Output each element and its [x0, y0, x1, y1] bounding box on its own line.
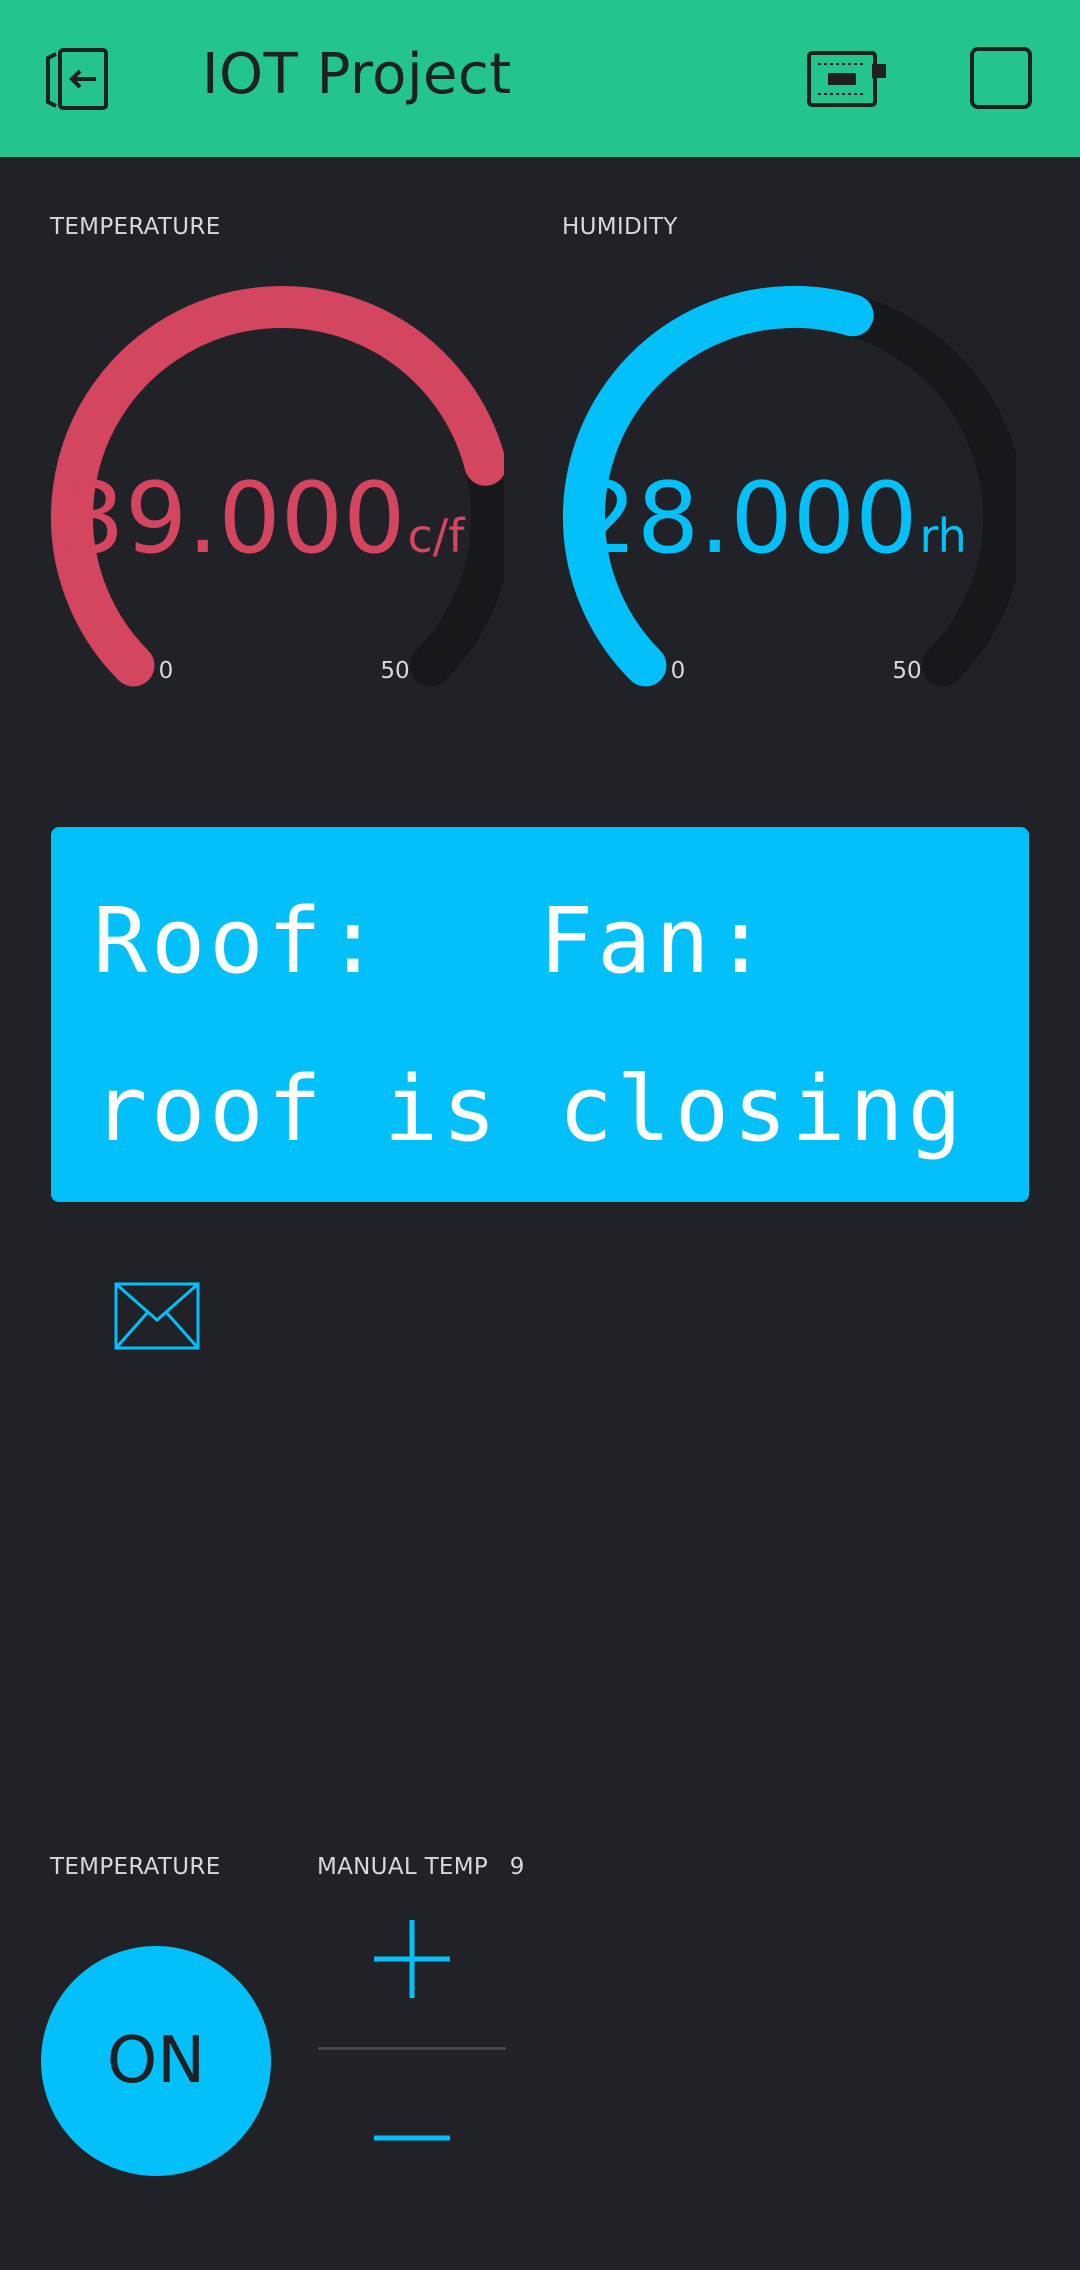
lcd-line1-roof: Roof:: [93, 889, 384, 994]
humidity-gauge: 28.000 rh 0 50: [562, 285, 1016, 687]
stop-square-icon[interactable]: [969, 46, 1033, 110]
stepper-value: 9: [509, 1854, 525, 1880]
page-title: IOT Project: [202, 42, 512, 107]
temperature-gauge: 39.000 c/f 0 50: [51, 286, 504, 687]
humidity-gauge-label: HUMIDITY: [562, 214, 678, 240]
stepper-label: MANUAL TEMP 9: [317, 1854, 525, 1880]
temperature-gauge-label: TEMPERATURE: [50, 214, 221, 240]
lcd-display: Roof: Fan: roof is closing: [51, 827, 1029, 1202]
envelope-icon[interactable]: [114, 1282, 200, 1350]
temperature-gauge-max: 50: [380, 658, 409, 684]
exit-icon[interactable]: [44, 46, 114, 112]
temperature-gauge-value: 39.000: [63, 462, 406, 576]
humidity-gauge-max: 50: [892, 658, 921, 684]
plus-icon[interactable]: [372, 1918, 452, 2000]
humidity-gauge-unit: rh: [920, 509, 967, 563]
stepper-label-text: MANUAL TEMP: [317, 1854, 489, 1880]
lcd-line2: roof is closing: [93, 1057, 966, 1162]
temperature-gauge-unit: c/f: [408, 509, 467, 563]
device-chip-icon[interactable]: [806, 50, 888, 108]
app-header: IOT Project: [0, 0, 1080, 157]
lcd-line1-fan: Fan:: [539, 889, 772, 994]
humidity-gauge-value: 28.000: [575, 462, 918, 576]
humidity-gauge-min: 0: [671, 658, 686, 684]
minus-icon[interactable]: [372, 2130, 452, 2146]
temperature-gauge-min: 0: [159, 658, 174, 684]
stepper-divider: [318, 2047, 506, 2050]
button-widget-label: TEMPERATURE: [50, 1854, 221, 1880]
on-button[interactable]: ON: [41, 1946, 271, 2176]
